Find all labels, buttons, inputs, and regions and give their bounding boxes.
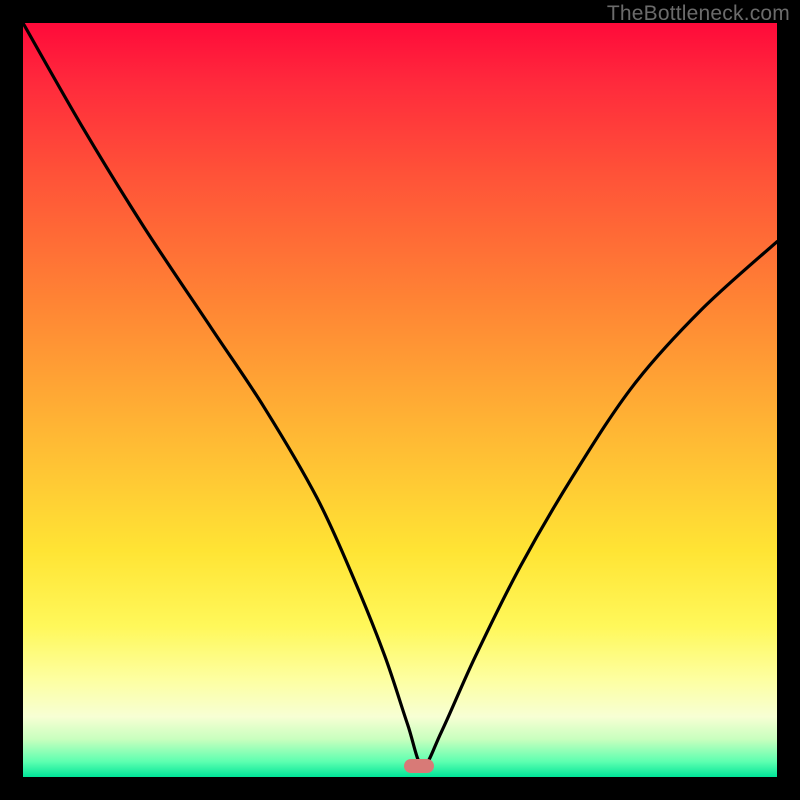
bottleneck-curve [23,23,777,777]
plot-area [23,23,777,777]
watermark-text: TheBottleneck.com [607,2,790,26]
chart-frame: TheBottleneck.com [0,0,800,800]
minimum-marker [404,759,434,773]
